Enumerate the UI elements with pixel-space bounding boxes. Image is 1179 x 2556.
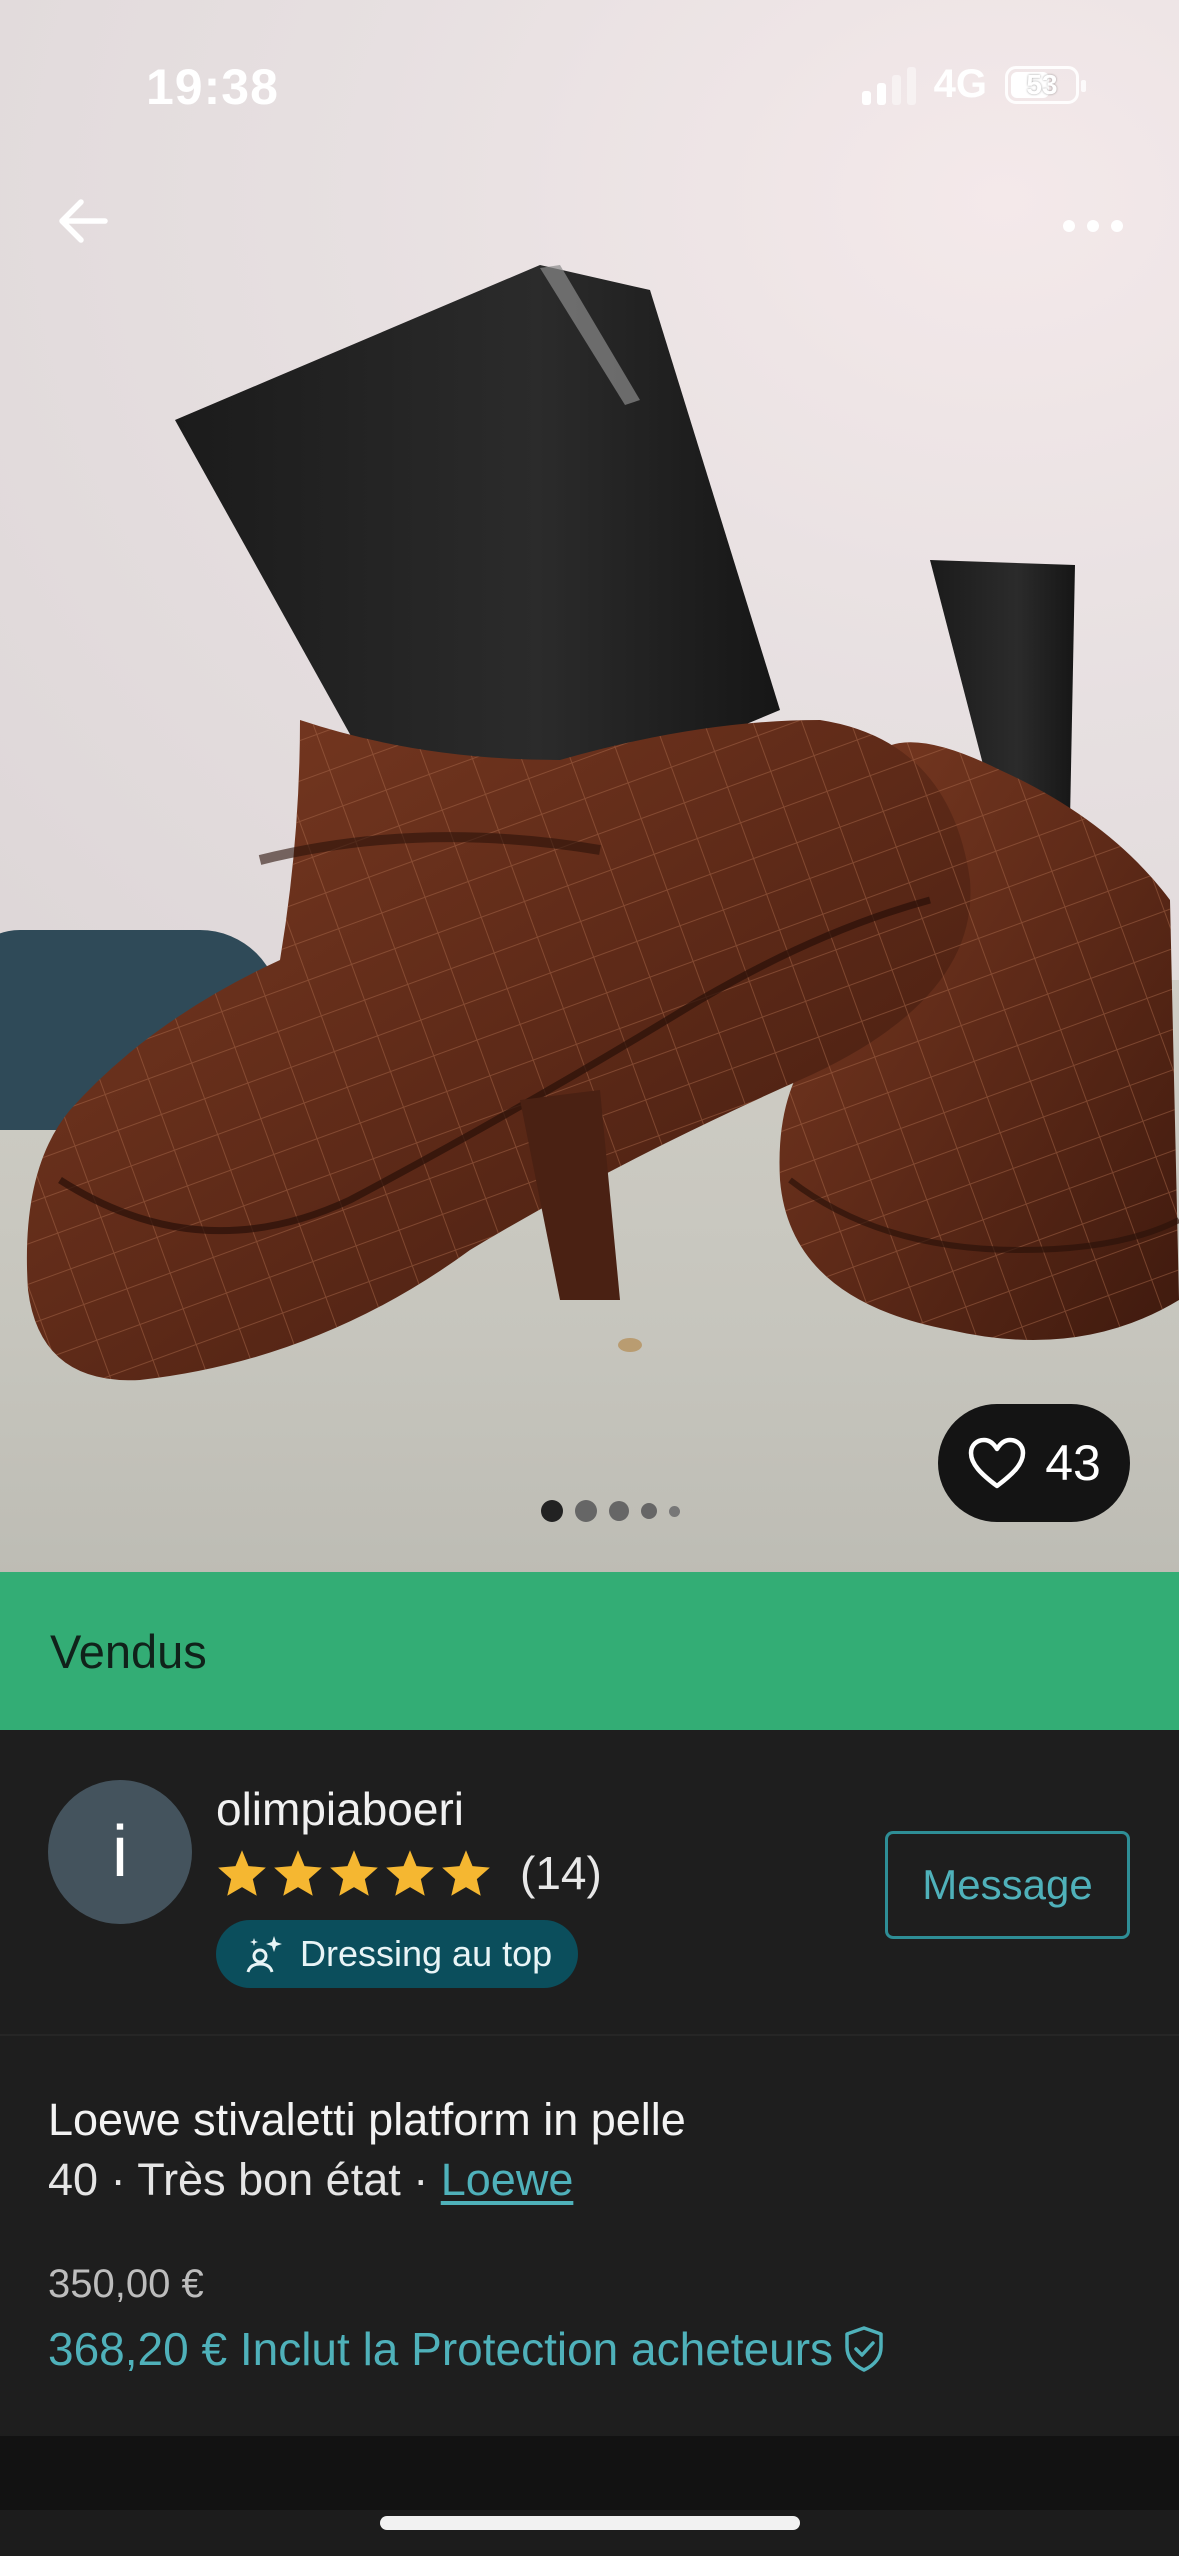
- battery-level: 53: [1026, 68, 1058, 100]
- signal-icon: [861, 65, 916, 105]
- meta-separator: ·: [98, 2154, 138, 2205]
- seller-rating[interactable]: (14): [216, 1846, 602, 1900]
- bottom-spacer: [0, 2436, 1179, 2510]
- seller-card[interactable]: i olimpiaboeri (14) Dressing au top Mess…: [0, 1730, 1179, 2036]
- arrow-left-icon: [59, 199, 108, 243]
- sold-label: Vendus: [50, 1624, 207, 1678]
- review-count: (14): [520, 1847, 602, 1899]
- status-time: 19:38: [146, 59, 279, 115]
- pager-dot: [609, 1501, 629, 1521]
- status-indicators: 4G 53: [861, 62, 1086, 107]
- favourite-button[interactable]: 43: [938, 1404, 1130, 1522]
- star-icon: [218, 1850, 266, 1896]
- star-icon: [274, 1850, 322, 1896]
- item-price: 350,00 €: [48, 2262, 204, 2306]
- seller-username[interactable]: olimpiaboeri: [216, 1782, 464, 1836]
- back-button[interactable]: [48, 186, 118, 256]
- gallery-pager[interactable]: [541, 1500, 680, 1522]
- sparkle-person-icon: [246, 1936, 282, 1973]
- battery-icon: 53: [1005, 65, 1086, 104]
- sold-banner: Vendus: [0, 1572, 1179, 1730]
- item-details: Loewe stivaletti platform in pelle 40 · …: [0, 2036, 1179, 2436]
- buyer-protection-price[interactable]: 368,20 € Inclut la Protection acheteurs: [48, 2322, 885, 2376]
- message-button[interactable]: Message: [885, 1831, 1130, 1939]
- star-icon: [386, 1850, 434, 1896]
- product-image-boots: [26, 265, 1179, 1381]
- star-icon: [330, 1850, 378, 1896]
- pager-dot: [541, 1500, 563, 1522]
- top-wardrobe-badge[interactable]: Dressing au top: [216, 1920, 579, 1988]
- item-size: 40: [48, 2154, 99, 2205]
- total-price-label: 368,20 € Inclut la Protection acheteurs: [48, 2323, 834, 2375]
- pager-dot: [669, 1505, 680, 1517]
- heart-icon: [968, 1437, 1026, 1489]
- shield-check-icon: [845, 2326, 883, 2372]
- favourite-count: 43: [1045, 1435, 1101, 1491]
- avatar[interactable]: i: [48, 1780, 192, 1924]
- pager-dot: [641, 1503, 657, 1519]
- more-options-button[interactable]: [1053, 196, 1133, 256]
- item-title: Loewe stivaletti platform in pelle: [48, 2094, 686, 2145]
- item-meta: 40 · Très bon état · Loewe: [48, 2154, 573, 2206]
- brand-link[interactable]: Loewe: [441, 2154, 574, 2205]
- meta-separator: ·: [400, 2154, 441, 2205]
- product-photo[interactable]: 19:38 4G 53 43: [0, 0, 1179, 1572]
- badge-label: Dressing au top: [300, 1933, 553, 1974]
- network-type: 4G: [933, 62, 987, 106]
- item-condition: Très bon état: [137, 2154, 401, 2205]
- pager-dot: [575, 1500, 597, 1522]
- star-icon: [442, 1850, 490, 1896]
- more-dots-icon: [1063, 220, 1075, 232]
- home-indicator[interactable]: [380, 2516, 800, 2530]
